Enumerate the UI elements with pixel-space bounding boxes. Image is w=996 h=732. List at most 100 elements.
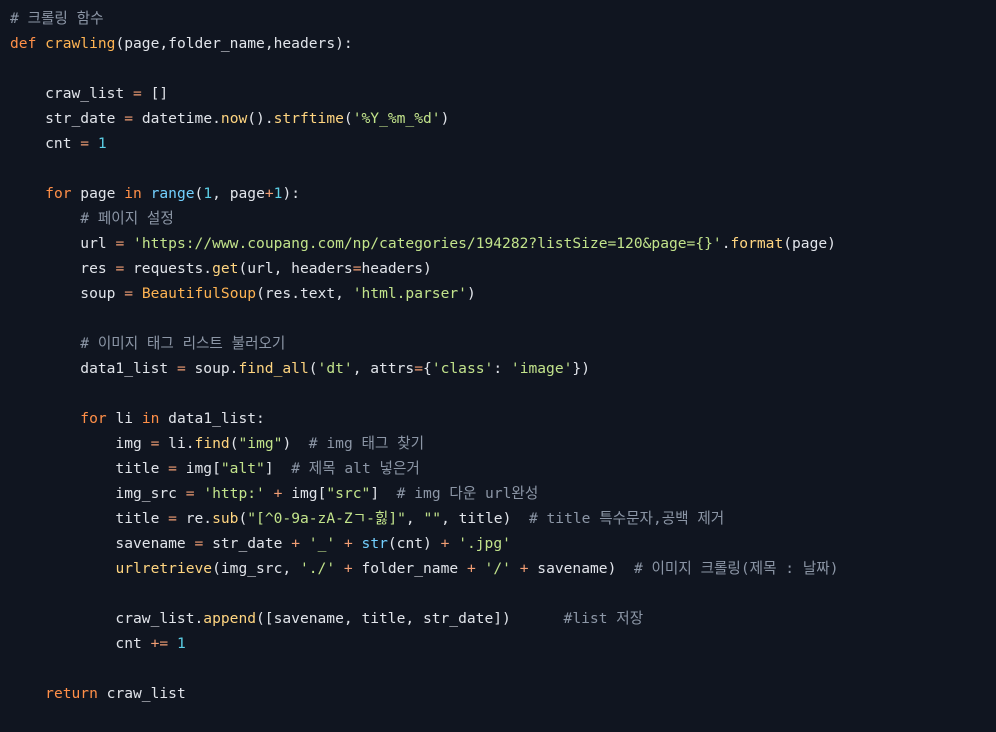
code-token: (cnt)	[387, 535, 441, 552]
code-token: ""	[423, 510, 442, 527]
code-token: get	[212, 260, 239, 277]
code-token: (res.text,	[256, 285, 353, 302]
code-line: # 페이지 설정	[10, 206, 174, 231]
code-line: title = re.sub("[^0-9a-zA-Zㄱ-힗]", "", ti…	[10, 506, 724, 531]
code-line: soup = BeautifulSoup(res.text, 'html.par…	[10, 281, 475, 306]
code-token: # img 태그 찾기	[308, 435, 425, 452]
code-token: ().	[247, 110, 274, 127]
code-line: urlretrieve(img_src, './' + folder_name …	[10, 556, 839, 581]
code-line: str_date = datetime.now().strftime('%Y_%…	[10, 106, 449, 131]
code-token: (page)	[783, 235, 836, 252]
code-token: 1	[97, 135, 107, 152]
code-token: (page,folder_name,headers):	[115, 35, 353, 52]
code-token: title	[10, 460, 169, 477]
code-token: # 크롤링 함수	[10, 10, 104, 27]
code-token: +	[519, 560, 529, 577]
code-token: img[	[282, 485, 327, 502]
code-token: title	[10, 510, 169, 527]
code-line: data1_list = soup.find_all('dt', attrs={…	[10, 356, 590, 381]
code-token: (img_src,	[212, 560, 300, 577]
code-token: '_'	[308, 535, 336, 552]
code-line: craw_list.append([savename, title, str_d…	[10, 606, 643, 631]
code-token: =	[414, 360, 424, 377]
code-token: =	[115, 260, 125, 277]
code-token: li.	[159, 435, 195, 452]
code-line: for li in data1_list:	[10, 406, 265, 431]
code-token: (url, headers	[238, 260, 353, 277]
code-token: in	[141, 410, 160, 427]
code-token: find	[194, 435, 230, 452]
code-line: img_src = 'http:' + img["src"] # img 다운 …	[10, 481, 538, 506]
code-token: 'dt'	[317, 360, 353, 377]
code-token: now	[220, 110, 248, 127]
code-token: ):	[282, 185, 301, 202]
code-token: "alt"	[220, 460, 265, 477]
code-token: # 이미지 태그 리스트 불러오기	[80, 335, 286, 352]
code-token: (	[308, 360, 318, 377]
code-token: # 페이지 설정	[80, 210, 174, 227]
code-line: craw_list = []	[10, 81, 168, 106]
code-token: img	[10, 435, 151, 452]
code-token: for	[80, 410, 107, 427]
code-token: # img 다운 url완성	[396, 485, 539, 502]
code-token: =	[133, 85, 142, 102]
code-token: craw_list	[10, 85, 134, 102]
code-token: craw_list	[97, 685, 186, 702]
code-token: , page	[212, 185, 265, 202]
code-token: url	[10, 235, 116, 252]
code-line: cnt += 1	[10, 631, 185, 656]
code-token: =	[115, 235, 125, 252]
code-token: savename)	[528, 560, 634, 577]
code-token: 1	[203, 185, 213, 202]
code-token: =	[80, 135, 90, 152]
code-token: )	[282, 435, 309, 452]
code-token: '.jpg'	[458, 535, 511, 552]
code-token: =	[168, 510, 177, 527]
code-token: './'	[299, 560, 336, 577]
code-token: cnt	[10, 635, 151, 652]
code-token: +	[343, 560, 353, 577]
code-token: =	[194, 535, 204, 552]
code-token: folder_name	[352, 560, 467, 577]
code-token: +	[466, 560, 476, 577]
code-token: #list 저장	[563, 610, 644, 627]
code-token: soup	[10, 285, 125, 302]
code-line: # 크롤링 함수	[10, 6, 104, 31]
code-token: urlretrieve	[115, 560, 213, 577]
code-token: # 이미지 크롤링(제목 : 날짜)	[633, 560, 839, 577]
code-block: # 크롤링 함수 def crawling(page,folder_name,he…	[0, 0, 996, 732]
code-token: +=	[150, 635, 169, 652]
code-token: , attrs	[352, 360, 415, 377]
code-token: +	[291, 535, 300, 552]
code-line: def crawling(page,folder_name,headers):	[10, 31, 353, 56]
code-token: craw_list.	[10, 610, 204, 627]
code-token: =	[124, 110, 134, 127]
code-token: li	[106, 410, 142, 427]
code-token: append	[203, 610, 257, 627]
code-token: 'class'	[431, 360, 494, 377]
code-line: cnt = 1	[10, 131, 107, 156]
code-token: strftime	[273, 110, 344, 127]
code-line: res = requests.get(url, headers=headers)	[10, 256, 432, 281]
code-line: img = li.find("img") # img 태그 찾기	[10, 431, 424, 456]
code-token: sub	[212, 510, 239, 527]
code-line: url = 'https://www.coupang.com/np/catego…	[10, 231, 836, 256]
code-token: img_src	[10, 485, 186, 502]
code-token: str_date	[203, 535, 292, 552]
code-token: })	[572, 360, 590, 377]
code-token: (	[343, 110, 353, 127]
code-token: crawling	[45, 35, 116, 52]
code-token: requests.	[124, 260, 213, 277]
